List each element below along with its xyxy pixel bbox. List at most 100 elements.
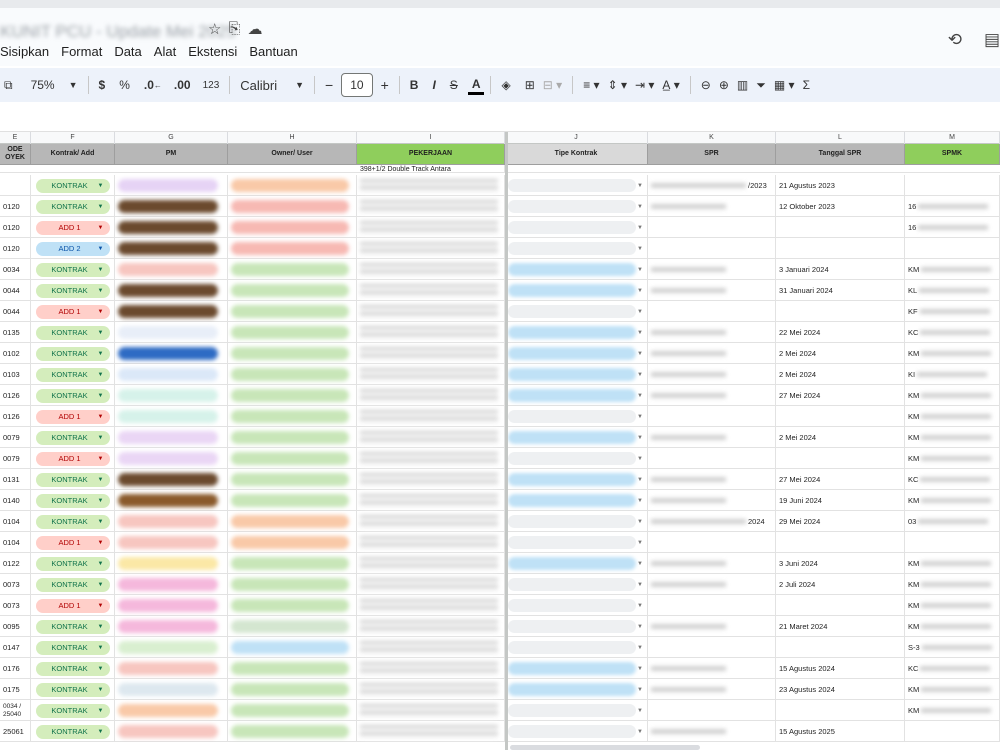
kode-proyek-cell[interactable]: 25061 [0,721,31,742]
tanggal-spr-cell[interactable]: 15 Agustus 2024 [776,658,905,679]
table-row-partial[interactable]: 398+1/2 Double Track Antara [0,165,1000,173]
header-cell-g[interactable]: PM [115,144,228,165]
tipe-kontrak-chip[interactable] [508,389,636,402]
tanggal-spr-cell[interactable] [776,700,905,721]
column-letter-k[interactable]: K [648,132,776,144]
owner-user-cell[interactable] [228,427,357,448]
tanggal-spr-cell[interactable] [776,532,905,553]
owner-user-cell[interactable] [228,595,357,616]
pekerjaan-cell[interactable] [357,385,505,406]
owner-user-cell[interactable] [228,511,357,532]
tipe-kontrak-chip[interactable] [508,662,636,675]
spr-cell[interactable] [648,490,776,511]
spr-cell[interactable] [648,553,776,574]
font-size-input[interactable]: 10 [341,73,373,97]
spmk-cell[interactable]: KM [905,574,1000,595]
tipe-kontrak-cell[interactable]: ▼ [505,595,648,616]
menu-item-alat[interactable]: Alat [154,44,182,59]
font-select[interactable]: Calibri ▼ [236,73,308,97]
tipe-kontrak-cell[interactable]: ▼ [505,364,648,385]
tipe-kontrak-cell[interactable]: ▼ [505,343,648,364]
pekerjaan-cell[interactable] [357,175,505,196]
spr-cell[interactable] [648,280,776,301]
chevron-down-icon[interactable]: ▼ [637,687,643,693]
owner-user-cell[interactable] [228,217,357,238]
spmk-cell[interactable] [905,721,1000,742]
table-row[interactable]: 0034 KONTRAK ▼ ▼ 3 Januari 2024 KM [0,259,1000,280]
pekerjaan-cell[interactable] [357,469,505,490]
pm-chip[interactable] [118,389,218,402]
pm-cell[interactable] [115,427,228,448]
pekerjaan-cell[interactable] [357,196,505,217]
table-row[interactable]: 0140 KONTRAK ▼ ▼ 19 Juni 2024 KM [0,490,1000,511]
chevron-down-icon[interactable]: ▼ [637,477,643,483]
chevron-down-icon[interactable]: ▼ [637,498,643,504]
kontrak-dropdown-chip[interactable]: KONTRAK ▼ [35,283,110,298]
header-cell-k[interactable]: SPR [648,144,776,165]
chevron-down-icon[interactable]: ▼ [637,204,643,210]
pekerjaan-cell[interactable] [357,658,505,679]
pm-chip[interactable] [118,179,218,192]
owner-chip[interactable] [231,704,349,717]
pekerjaan-cell[interactable] [357,490,505,511]
kode-proyek-cell[interactable]: 0095 [0,616,31,637]
kontrak-dropdown-chip[interactable]: ADD 1 ▼ [35,451,110,466]
table-row[interactable]: 0073 ADD 1 ▼ ▼ KM [0,595,1000,616]
kontrak-add-cell[interactable]: ADD 1 ▼ [31,406,115,427]
kontrak-add-cell[interactable]: KONTRAK ▼ [31,553,115,574]
pm-cell[interactable] [115,196,228,217]
spr-cell[interactable]: 2024 [648,511,776,532]
percent-button[interactable]: % [115,73,134,97]
chevron-down-icon[interactable]: ▼ [637,183,643,189]
kontrak-add-cell[interactable]: ADD 1 ▼ [31,532,115,553]
spr-cell[interactable] [648,658,776,679]
kode-proyek-cell[interactable]: 0175 [0,679,31,700]
chevron-down-icon[interactable]: ▼ [637,414,643,420]
tanggal-spr-cell[interactable]: 2 Mei 2024 [776,427,905,448]
tipe-kontrak-chip-empty[interactable] [508,179,636,192]
spr-cell[interactable] [648,343,776,364]
spr-cell[interactable] [648,196,776,217]
header-cell-l[interactable]: Tanggal SPR [776,144,905,165]
tanggal-spr-cell[interactable]: 2 Juli 2024 [776,574,905,595]
pekerjaan-cell[interactable] [357,322,505,343]
owner-chip[interactable] [231,347,349,360]
tipe-kontrak-chip-empty[interactable] [508,599,636,612]
spr-cell[interactable] [648,385,776,406]
spmk-cell[interactable]: KF [905,301,1000,322]
tipe-kontrak-chip-empty[interactable] [508,578,636,591]
insert-comment-icon[interactable]: ⊕ [715,73,733,97]
kontrak-add-cell[interactable]: KONTRAK ▼ [31,490,115,511]
table-row[interactable]: KONTRAK ▼ ▼ /2023 21 Agustus 2023 [0,175,1000,196]
pm-chip[interactable] [118,284,218,297]
tanggal-spr-cell[interactable] [776,301,905,322]
pm-cell[interactable] [115,721,228,742]
chevron-down-icon[interactable]: ▼ [637,288,643,294]
owner-chip[interactable] [231,641,349,654]
pm-cell[interactable] [115,574,228,595]
pm-chip[interactable] [118,347,218,360]
chevron-down-icon[interactable]: ▼ [637,435,643,441]
owner-chip[interactable] [231,557,349,570]
pm-chip[interactable] [118,662,218,675]
owner-chip[interactable] [231,242,349,255]
pm-cell[interactable] [115,595,228,616]
owner-chip[interactable] [231,221,349,234]
kode-proyek-cell[interactable]: 0140 [0,490,31,511]
tipe-kontrak-chip-empty[interactable] [508,641,636,654]
spr-cell[interactable] [648,259,776,280]
spmk-cell[interactable]: KC [905,469,1000,490]
vertical-align-icon[interactable]: ⇕ ▾ [604,73,631,97]
chevron-down-icon[interactable]: ▼ [637,603,643,609]
spr-cell[interactable] [648,406,776,427]
increase-decimal-button[interactable]: .00 [170,73,195,97]
number-format-button[interactable]: 123 [199,73,224,97]
kontrak-dropdown-chip[interactable]: KONTRAK ▼ [35,577,110,592]
owner-user-cell[interactable] [228,574,357,595]
zoom-select[interactable]: 75% ▼ [17,73,82,97]
kode-proyek-cell[interactable]: 0079 [0,427,31,448]
spmk-cell[interactable]: KM [905,259,1000,280]
tipe-kontrak-chip[interactable] [508,557,636,570]
spmk-cell[interactable]: KM [905,448,1000,469]
pekerjaan-cell[interactable] [357,511,505,532]
